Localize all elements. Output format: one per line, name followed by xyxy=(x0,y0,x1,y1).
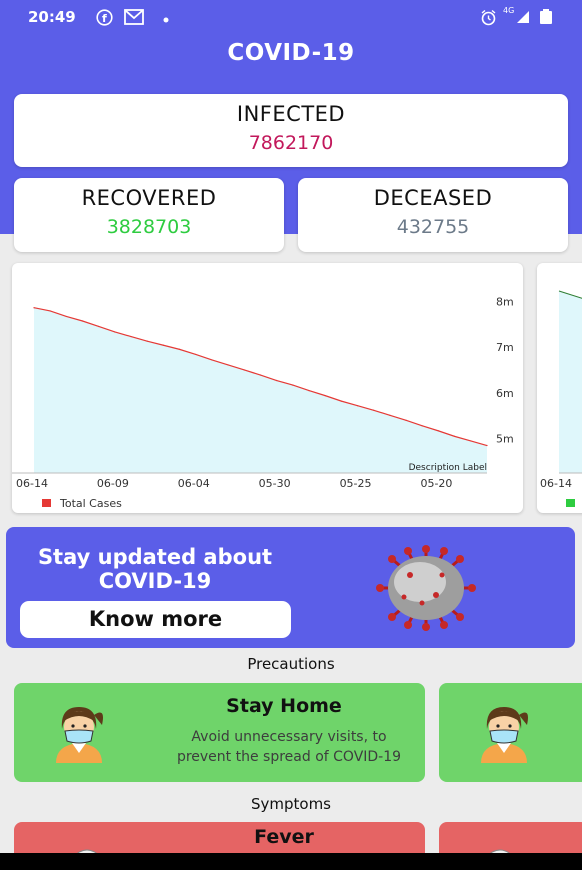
banner-title-line2: COVID-19 xyxy=(98,569,212,593)
precaution-card-next[interactable] xyxy=(439,683,582,782)
chart-point xyxy=(98,325,100,328)
chart-point xyxy=(211,359,213,361)
info-banner: Stay updated about COVID-19 Know more xyxy=(6,527,575,648)
chart-point xyxy=(340,400,342,402)
chart-point xyxy=(179,348,181,350)
chart-point xyxy=(276,379,278,382)
second-chart-legend-swatch xyxy=(566,499,575,507)
chart-point xyxy=(146,340,148,342)
chart-legend-label: Total Cases xyxy=(59,497,122,510)
second-chart: 06-14 xyxy=(540,290,582,507)
precaution-description: Avoid unnecessary visits, to prevent the… xyxy=(144,727,434,767)
precaution-card-stay-home[interactable]: Stay Home Avoid unnecessary visits, to p… xyxy=(14,683,425,782)
recovered-label: RECOVERED xyxy=(81,186,217,210)
banner-title: Stay updated about COVID-19 xyxy=(20,545,290,593)
chart-point xyxy=(308,389,310,392)
second-chart-x-tick: 06-14 xyxy=(540,477,572,490)
chart-description-label: Description Label xyxy=(409,463,487,473)
precautions-heading: Precautions xyxy=(247,655,335,673)
chart-x-tick-label: 06-04 xyxy=(178,477,210,490)
chart-point xyxy=(259,374,262,376)
chart-y-tick-label: 8m xyxy=(496,295,514,308)
precaution-description-line2: prevent the spread of COVID-19 xyxy=(176,749,402,765)
precaution-title: Stay Home xyxy=(226,695,342,717)
chart-point xyxy=(470,440,472,442)
person-with-mask-icon xyxy=(56,707,103,763)
alarm-icon xyxy=(480,9,497,30)
total-cases-chart-card[interactable]: 06-14 06-09 06-04 05-30 05-25 05-20 5m 6m 7m 8m De… xyxy=(12,263,523,513)
chart-y-tick-label: 5m xyxy=(496,433,514,446)
symptom-title: Fever xyxy=(254,826,314,848)
deceased-value: 432755 xyxy=(396,216,470,238)
notification-dot-icon xyxy=(163,12,169,27)
total-cases-chart: 06-14 06-09 06-04 05-30 05-25 05-20 5m 6m 7m 8m De… xyxy=(12,295,514,510)
deceased-card[interactable]: DECEASED 432755 xyxy=(298,178,568,252)
chart-point xyxy=(162,344,165,346)
app-title: COVID-19 xyxy=(227,40,355,66)
chart-y-tick-label: 7m xyxy=(496,341,514,354)
facebook-icon: f xyxy=(96,9,113,30)
deceased-label: DECEASED xyxy=(373,186,493,210)
recovered-value: 3828703 xyxy=(106,216,192,238)
chart-point xyxy=(421,425,423,427)
gmail-icon xyxy=(124,9,144,29)
network-type: 4G xyxy=(503,6,515,15)
chart-point xyxy=(65,315,67,318)
chart-point xyxy=(373,409,375,411)
chart-point xyxy=(33,307,35,309)
banner-title-line1: Stay updated about xyxy=(37,545,273,569)
chart-point xyxy=(437,430,440,432)
second-chart-area xyxy=(559,291,582,473)
chart-x-tick-label: 06-14 xyxy=(16,477,48,490)
chart-point xyxy=(243,369,245,371)
chart-point xyxy=(114,331,116,333)
symptoms-heading: Symptoms xyxy=(250,795,332,813)
chart-y-tick-label: 6m xyxy=(496,387,514,400)
chart-point xyxy=(324,395,326,397)
know-more-button[interactable]: Know more xyxy=(20,601,291,638)
status-bar: 20:49 f 4G xyxy=(0,0,582,34)
chart-x-tick-label: 05-20 xyxy=(420,477,452,490)
second-chart-card[interactable]: 06-14 xyxy=(537,263,582,513)
chart-point xyxy=(454,435,456,437)
chart-area-fill xyxy=(34,307,487,473)
precaution-description-line1: Avoid unnecessary visits, to xyxy=(191,729,387,745)
infected-value: 7862170 xyxy=(248,132,334,154)
chart-point xyxy=(405,419,407,421)
chart-point xyxy=(130,335,132,338)
recovered-card[interactable]: RECOVERED 3828703 xyxy=(14,178,284,252)
chart-x-tick-label: 05-30 xyxy=(259,477,291,490)
chart-point xyxy=(49,310,51,312)
chart-point xyxy=(195,353,197,356)
battery-icon xyxy=(538,9,554,29)
chart-point xyxy=(486,444,488,447)
navigation-bar xyxy=(0,853,582,870)
svg-text:f: f xyxy=(102,12,107,25)
infected-label: INFECTED xyxy=(236,102,346,126)
chart-point xyxy=(227,364,229,366)
chart-point xyxy=(292,384,294,386)
chart-point xyxy=(81,320,84,322)
chart-point xyxy=(389,414,391,416)
chart-point xyxy=(356,405,359,407)
chart-x-tick-label: 05-25 xyxy=(340,477,372,490)
virus-illustration xyxy=(376,545,476,631)
status-time: 20:49 xyxy=(28,8,76,26)
chart-x-tick-label: 06-09 xyxy=(97,477,129,490)
signal-icon xyxy=(516,9,530,28)
chart-legend-swatch xyxy=(42,499,51,507)
person-with-mask-icon xyxy=(481,707,528,763)
infected-card[interactable]: INFECTED 7862170 xyxy=(14,94,568,167)
